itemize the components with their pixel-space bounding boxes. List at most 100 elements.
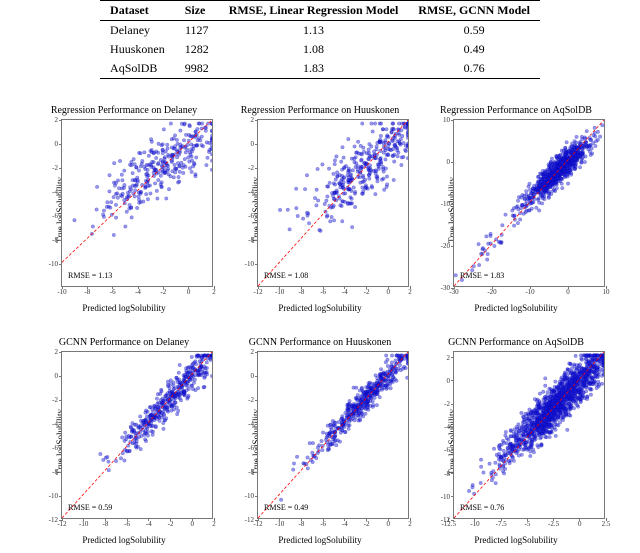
y-tick: -20: [441, 242, 450, 250]
rmse-annotation: RMSE = 1.13: [68, 271, 112, 280]
rmse-annotation: RMSE = 0.49: [264, 503, 308, 512]
y-tick: 2: [447, 354, 451, 362]
y-tick: -8: [248, 236, 254, 244]
scatter-chart: Regression Performance on AqSolDBTrue lo…: [421, 105, 611, 315]
x-axis-label: Predicted logSolubility: [29, 303, 219, 313]
x-tick: -12: [253, 288, 262, 296]
y-tick: -10: [49, 260, 58, 268]
plot-area: -12-10-8-6-4-202-12-10-8-6-4-202RMSE = 0…: [61, 351, 213, 519]
scatter-chart: Regression Performance on DelaneyTrue lo…: [29, 105, 219, 315]
x-tick: -8: [103, 520, 109, 528]
cell: 1282: [175, 40, 219, 59]
y-tick: -4: [444, 423, 450, 431]
x-tick: -10: [57, 288, 66, 296]
y-tick: -6: [52, 444, 58, 452]
y-tick: 0: [447, 158, 451, 166]
x-axis-label: Predicted logSolubility: [421, 303, 611, 313]
y-tick: -2: [52, 164, 58, 172]
scatter-chart: GCNN Performance on AqSolDBTrue logSolub…: [421, 337, 611, 547]
x-tick: -5: [524, 520, 530, 528]
chart-title: Regression Performance on Huuskonen: [225, 105, 415, 116]
scatter-chart: GCNN Performance on DelaneyTrue logSolub…: [29, 337, 219, 547]
cell: 1.13: [219, 21, 409, 41]
y-tick: 0: [55, 140, 59, 148]
y-tick: -2: [52, 396, 58, 404]
y-tick: 2: [251, 116, 255, 124]
plot-area: -30-20-10010-30-20-10010RMSE = 1.83: [453, 119, 605, 287]
y-tick: -2: [248, 164, 254, 172]
y-tick: -12: [245, 516, 254, 524]
x-tick: -12: [57, 520, 66, 528]
rmse-annotation: RMSE = 0.59: [68, 503, 112, 512]
table-row: Huuskonen 1282 1.08 0.49: [100, 40, 540, 59]
x-tick: -2: [364, 288, 370, 296]
y-tick: -4: [52, 420, 58, 428]
x-tick: -2: [160, 288, 166, 296]
y-tick: -10: [49, 492, 58, 500]
cell: Huuskonen: [100, 40, 175, 59]
y-tick: 2: [55, 348, 59, 356]
y-tick: -2: [248, 396, 254, 404]
y-tick: -8: [52, 468, 58, 476]
x-tick: -8: [299, 520, 305, 528]
x-tick: -6: [110, 288, 116, 296]
scatter-chart: GCNN Performance on HuuskonenTrue logSol…: [225, 337, 415, 547]
col-lin: RMSE, Linear Regression Model: [219, 1, 409, 21]
y-tick: -10: [441, 200, 450, 208]
y-tick: -8: [444, 470, 450, 478]
x-tick: -2: [364, 520, 370, 528]
chart-title: GCNN Performance on AqSolDB: [421, 337, 611, 348]
x-tick: 2.5: [602, 520, 611, 528]
rmse-annotation: RMSE = 0.76: [460, 503, 504, 512]
x-tick: -2.5: [548, 520, 559, 528]
y-tick: 10: [443, 116, 450, 124]
x-tick: 0: [387, 288, 391, 296]
col-size: Size: [175, 1, 219, 21]
x-tick: 2: [212, 520, 216, 528]
y-tick: -10: [245, 260, 254, 268]
chart-title: Regression Performance on AqSolDB: [421, 105, 611, 116]
x-axis-label: Predicted logSolubility: [421, 535, 611, 545]
x-tick: -7.5: [496, 520, 507, 528]
chart-title: GCNN Performance on Delaney: [29, 337, 219, 348]
x-tick: -4: [342, 288, 348, 296]
chart-grid: Regression Performance on DelaneyTrue lo…: [28, 105, 612, 547]
cell: 1.83: [219, 59, 409, 79]
results-table: Dataset Size RMSE, Linear Regression Mod…: [100, 0, 540, 79]
x-tick: -10: [275, 520, 284, 528]
x-tick: -4: [342, 520, 348, 528]
x-tick: -4: [146, 520, 152, 528]
x-axis-label: Predicted logSolubility: [225, 303, 415, 313]
plot-area: -12.5-10-7.5-5-2.502.5-12-10-8-6-4-202RM…: [453, 351, 605, 519]
y-tick: -6: [444, 446, 450, 454]
x-tick: -10: [275, 288, 284, 296]
x-tick: -8: [299, 288, 305, 296]
x-tick: -20: [487, 288, 496, 296]
cell: AqSolDB: [100, 59, 175, 79]
y-tick: -8: [248, 468, 254, 476]
plot-area: -12-10-8-6-4-202-12-10-8-6-4-202RMSE = 0…: [257, 351, 409, 519]
y-tick: -4: [248, 420, 254, 428]
y-tick: -6: [248, 444, 254, 452]
scatter-chart: Regression Performance on HuuskonenTrue …: [225, 105, 415, 315]
cell: 0.76: [408, 59, 540, 79]
x-tick: -10: [79, 520, 88, 528]
x-tick: 0: [191, 520, 195, 528]
x-tick: 0: [578, 520, 582, 528]
y-tick: -4: [248, 188, 254, 196]
y-tick: -2: [444, 400, 450, 408]
x-tick: 2: [408, 520, 412, 528]
y-tick: -8: [52, 236, 58, 244]
x-tick: -2: [168, 520, 174, 528]
table-row: Delaney 1127 1.13 0.59: [100, 21, 540, 41]
y-tick: 2: [55, 116, 59, 124]
y-tick: -10: [441, 493, 450, 501]
y-tick: -12: [49, 516, 58, 524]
y-tick: 0: [55, 372, 59, 380]
x-tick: -6: [320, 288, 326, 296]
table-row: AqSolDB 9982 1.83 0.76: [100, 59, 540, 79]
x-axis-label: Predicted logSolubility: [29, 535, 219, 545]
plot-area: -10-8-6-4-202-10-8-6-4-202RMSE = 1.13: [61, 119, 213, 287]
x-tick: 10: [603, 288, 610, 296]
y-tick: -4: [52, 188, 58, 196]
